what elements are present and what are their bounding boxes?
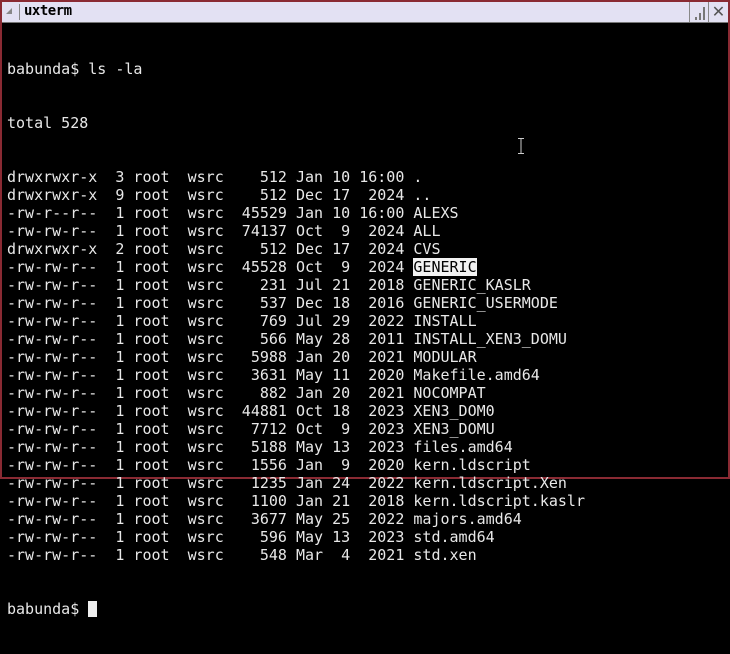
- file-meta: -rw-rw-r-- 1 root wsrc 45528 Oct 9 2024: [7, 258, 414, 276]
- file-name[interactable]: XEN3_DOM0: [413, 402, 494, 420]
- file-meta: -rw-rw-r-- 1 root wsrc 769 Jul 29 2022: [7, 312, 414, 330]
- prompt: babunda$: [7, 600, 89, 618]
- file-entry: -rw-rw-r-- 1 root wsrc 74137 Oct 9 2024 …: [7, 222, 585, 240]
- file-name[interactable]: Makefile.amd64: [413, 366, 539, 384]
- file-entry: -rw-rw-r-- 1 root wsrc 7712 Oct 9 2023 X…: [7, 420, 585, 438]
- maximize-button[interactable]: [689, 2, 709, 22]
- file-name[interactable]: NOCOMPAT: [413, 384, 485, 402]
- command: ls -la: [88, 60, 143, 78]
- prompt: babunda$: [7, 60, 89, 78]
- file-name[interactable]: ALEXS: [413, 204, 458, 222]
- file-meta: -rw-rw-r-- 1 root wsrc 882 Jan 20 2021: [7, 384, 414, 402]
- file-meta: -rw-rw-r-- 1 root wsrc 5988 Jan 20 2021: [7, 348, 414, 366]
- file-name[interactable]: kern.ldscript.Xen: [413, 474, 567, 492]
- file-meta: -rw-rw-r-- 1 root wsrc 1235 Jan 24 2022: [7, 474, 414, 492]
- file-meta: -rw-r--r-- 1 root wsrc 45529 Jan 10 16:0…: [7, 204, 414, 222]
- maximize-icon: [695, 17, 697, 20]
- file-meta: -rw-rw-r-- 1 root wsrc 1100 Jan 21 2018: [7, 492, 414, 510]
- file-name[interactable]: GENERIC: [413, 258, 477, 276]
- window-menu-icon[interactable]: [6, 8, 12, 14]
- file-entry: -rw-rw-r-- 1 root wsrc 1556 Jan 9 2020 k…: [7, 456, 585, 474]
- file-name[interactable]: XEN3_DOMU: [413, 420, 494, 438]
- file-meta: -rw-rw-r-- 1 root wsrc 3631 May 11 2020: [7, 366, 414, 384]
- file-name[interactable]: ..: [413, 186, 431, 204]
- file-meta: -rw-rw-r-- 1 root wsrc 566 May 28 2011: [7, 330, 414, 348]
- maximize-icon-bar: [699, 13, 701, 20]
- title-bar[interactable]: uxterm ✕: [2, 2, 728, 23]
- file-name[interactable]: .: [413, 168, 422, 186]
- window-title: uxterm: [24, 3, 72, 19]
- file-entry: -rw-rw-r-- 1 root wsrc 548 Mar 4 2021 st…: [7, 546, 585, 564]
- file-meta: -rw-rw-r-- 1 root wsrc 5188 May 13 2023: [7, 438, 414, 456]
- file-entry: -rw-rw-r-- 1 root wsrc 3677 May 25 2022 …: [7, 510, 585, 528]
- file-meta: -rw-rw-r-- 1 root wsrc 74137 Oct 9 2024: [7, 222, 414, 240]
- file-name[interactable]: INSTALL: [413, 312, 476, 330]
- file-entry: -rw-rw-r-- 1 root wsrc 769 Jul 29 2022 I…: [7, 312, 585, 330]
- file-entry: -rw-rw-r-- 1 root wsrc 44881 Oct 18 2023…: [7, 402, 585, 420]
- file-entry: drwxrwxr-x 9 root wsrc 512 Dec 17 2024 .…: [7, 186, 585, 204]
- file-entry: -rw-rw-r-- 1 root wsrc 231 Jul 21 2018 G…: [7, 276, 585, 294]
- file-entry: drwxrwxr-x 2 root wsrc 512 Dec 17 2024 C…: [7, 240, 585, 258]
- file-entry: -rw-rw-r-- 1 root wsrc 3631 May 11 2020 …: [7, 366, 585, 384]
- file-name[interactable]: MODULAR: [413, 348, 476, 366]
- file-entry: -rw-rw-r-- 1 root wsrc 566 May 28 2011 I…: [7, 330, 585, 348]
- file-meta: -rw-rw-r-- 1 root wsrc 548 Mar 4 2021: [7, 546, 414, 564]
- file-entry: -rw-rw-r-- 1 root wsrc 1235 Jan 24 2022 …: [7, 474, 585, 492]
- file-meta: -rw-rw-r-- 1 root wsrc 3677 May 25 2022: [7, 510, 414, 528]
- file-meta: -rw-rw-r-- 1 root wsrc 231 Jul 21 2018: [7, 276, 414, 294]
- file-entry: drwxrwxr-x 3 root wsrc 512 Jan 10 16:00 …: [7, 168, 585, 186]
- close-button[interactable]: ✕: [708, 2, 728, 22]
- file-name[interactable]: GENERIC_USERMODE: [413, 294, 558, 312]
- file-meta: drwxrwxr-x 3 root wsrc 512 Jan 10 16:00: [7, 168, 414, 186]
- file-entry: -rw-rw-r-- 1 root wsrc 537 Dec 18 2016 G…: [7, 294, 585, 312]
- file-entry: -rw-rw-r-- 1 root wsrc 882 Jan 20 2021 N…: [7, 384, 585, 402]
- file-meta: -rw-rw-r-- 1 root wsrc 537 Dec 18 2016: [7, 294, 414, 312]
- file-name[interactable]: majors.amd64: [413, 510, 521, 528]
- terminal-window: uxterm ✕ babunda$ ls -la total 528 drwxr…: [0, 0, 730, 618]
- command-line: babunda$ ls -la: [7, 60, 585, 78]
- terminal-output[interactable]: babunda$ ls -la total 528 drwxrwxr-x 3 r…: [7, 24, 585, 654]
- file-name[interactable]: INSTALL_XEN3_DOMU: [413, 330, 567, 348]
- file-entry: -rw-rw-r-- 1 root wsrc 5188 May 13 2023 …: [7, 438, 585, 456]
- text-cursor: [88, 601, 98, 617]
- file-name[interactable]: GENERIC_KASLR: [413, 276, 530, 294]
- ibeam-cursor-icon: [518, 138, 524, 154]
- current-prompt-line[interactable]: babunda$: [7, 600, 585, 618]
- file-entry: -rw-rw-r-- 1 root wsrc 45528 Oct 9 2024 …: [7, 258, 585, 276]
- file-meta: -rw-rw-r-- 1 root wsrc 596 May 13 2023: [7, 528, 414, 546]
- file-entry: -rw-rw-r-- 1 root wsrc 596 May 13 2023 s…: [7, 528, 585, 546]
- title-separator: [19, 4, 20, 20]
- file-name[interactable]: files.amd64: [413, 438, 512, 456]
- file-name[interactable]: std.amd64: [413, 528, 494, 546]
- file-name[interactable]: CVS: [413, 240, 440, 258]
- file-entry: -rw-r--r-- 1 root wsrc 45529 Jan 10 16:0…: [7, 204, 585, 222]
- file-meta: drwxrwxr-x 9 root wsrc 512 Dec 17 2024: [7, 186, 414, 204]
- file-name[interactable]: std.xen: [413, 546, 476, 564]
- file-meta: -rw-rw-r-- 1 root wsrc 44881 Oct 18 2023: [7, 402, 414, 420]
- file-meta: drwxrwxr-x 2 root wsrc 512 Dec 17 2024: [7, 240, 414, 258]
- file-meta: -rw-rw-r-- 1 root wsrc 7712 Oct 9 2023: [7, 420, 414, 438]
- file-meta: -rw-rw-r-- 1 root wsrc 1556 Jan 9 2020: [7, 456, 414, 474]
- file-name[interactable]: kern.ldscript.kaslr: [413, 492, 585, 510]
- close-icon: ✕: [711, 2, 726, 21]
- maximize-icon-bar: [703, 7, 705, 20]
- file-name[interactable]: kern.ldscript: [413, 456, 530, 474]
- file-entry: -rw-rw-r-- 1 root wsrc 1100 Jan 21 2018 …: [7, 492, 585, 510]
- total-line: total 528: [7, 114, 89, 132]
- file-entry: -rw-rw-r-- 1 root wsrc 5988 Jan 20 2021 …: [7, 348, 585, 366]
- file-name[interactable]: ALL: [413, 222, 440, 240]
